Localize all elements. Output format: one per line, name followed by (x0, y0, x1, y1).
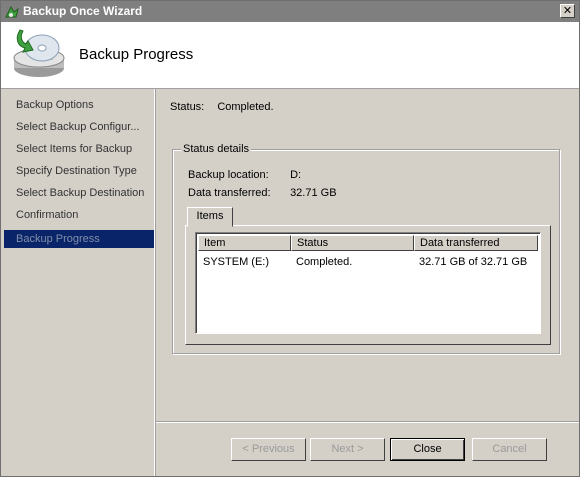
items-tab-panel: Item Status Data transferred SYSTEM (E:)… (185, 225, 551, 345)
close-button[interactable]: Close (390, 438, 465, 461)
status-details-legend: Status details (181, 143, 252, 155)
window-close-button[interactable]: ✕ (560, 4, 575, 18)
column-header-status[interactable]: Status (291, 235, 414, 251)
backup-location-row: Backup location: D: (188, 169, 301, 181)
status-value: Completed. (217, 101, 274, 113)
title-bar[interactable]: Backup Once Wizard ✕ (1, 1, 579, 22)
cell-data-transferred: 32.71 GB of 32.71 GB (419, 256, 528, 268)
data-transferred-label: Data transferred: (188, 187, 271, 199)
sidebar-item-destination-type[interactable]: Specify Destination Type (4, 162, 154, 180)
cancel-button[interactable]: Cancel (472, 438, 547, 461)
items-list[interactable]: Item Status Data transferred SYSTEM (E:)… (195, 232, 541, 334)
status-label: Status: (170, 101, 205, 113)
data-transferred-row: Data transferred: 32.71 GB (188, 187, 337, 199)
backup-location-label: Backup location: (188, 169, 269, 181)
sidebar-item-backup-progress[interactable]: Backup Progress (4, 230, 154, 248)
next-button[interactable]: Next > (310, 438, 385, 461)
backup-location-value: D: (290, 169, 302, 181)
tab-items[interactable]: Items (187, 207, 233, 227)
table-row[interactable]: SYSTEM (E:) Completed. 32.71 GB of 32.71… (198, 254, 538, 270)
page-title: Backup Progress (79, 46, 194, 63)
sidebar-item-backup-options[interactable]: Backup Options (4, 96, 154, 114)
window-title: Backup Once Wizard (23, 4, 143, 18)
column-header-data-transferred[interactable]: Data transferred (414, 235, 538, 251)
column-header-item[interactable]: Item (198, 235, 291, 251)
sidebar-item-select-items[interactable]: Select Items for Backup (4, 140, 154, 158)
wizard-window: Backup Once Wizard ✕ Backup Progress Bac… (0, 0, 580, 477)
cell-status: Completed. (296, 256, 353, 268)
cell-item: SYSTEM (E:) (203, 256, 270, 268)
sidebar-item-confirmation[interactable]: Confirmation (4, 206, 154, 224)
items-list-header: Item Status Data transferred (198, 235, 538, 251)
wizard-content: Status: Completed. Status details Backup… (156, 89, 579, 476)
button-divider (156, 421, 579, 423)
data-transferred-value: 32.71 GB (290, 187, 337, 199)
wizard-header: Backup Progress (1, 22, 579, 89)
sidebar-item-select-backup-configuration[interactable]: Select Backup Configur... (4, 118, 154, 136)
sidebar-item-backup-destination[interactable]: Select Backup Destination (4, 184, 154, 202)
previous-button[interactable]: < Previous (231, 438, 306, 461)
wizard-app-icon (5, 5, 19, 18)
wizard-steps-sidebar: Backup Options Select Backup Configur...… (1, 89, 155, 476)
status-details-group: Status details Backup location: D: Data … (172, 143, 560, 354)
status-line: Status: Completed. (170, 101, 284, 113)
backup-disc-icon (13, 29, 65, 77)
